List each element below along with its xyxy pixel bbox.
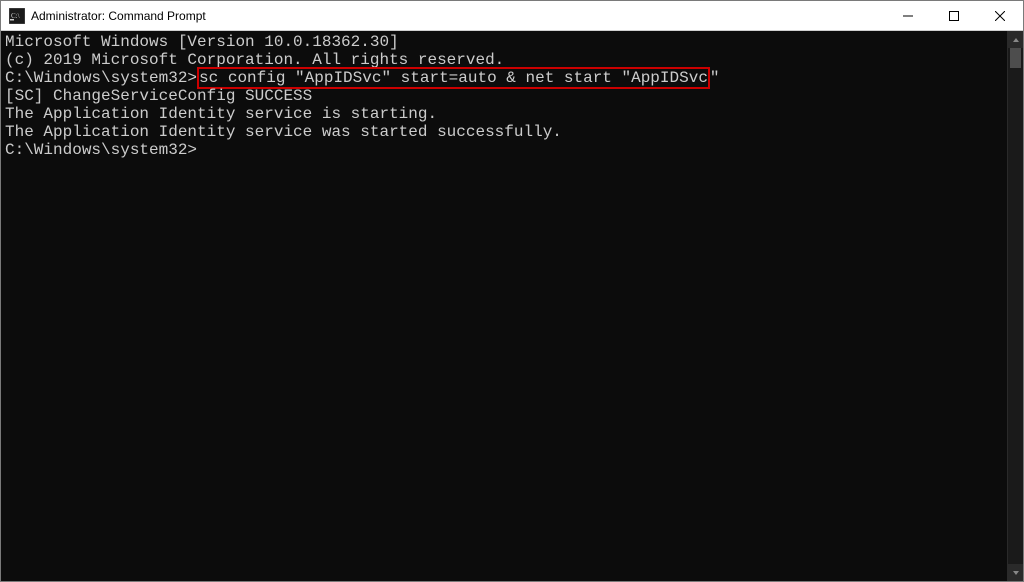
scroll-up-button[interactable] <box>1008 31 1023 48</box>
scroll-down-button[interactable] <box>1008 564 1023 581</box>
window-title: Administrator: Command Prompt <box>31 9 206 23</box>
command-prompt-window: C:\ Administrator: Command Prompt Micros… <box>0 0 1024 582</box>
command-tail: " <box>710 69 720 87</box>
titlebar[interactable]: C:\ Administrator: Command Prompt <box>1 1 1023 31</box>
window-controls <box>885 1 1023 30</box>
svg-text:C:\: C:\ <box>11 12 20 20</box>
prompt-prefix: C:\Windows\system32> <box>5 69 197 87</box>
highlighted-command: sc config "AppIDSvc" start=auto & net st… <box>197 67 710 89</box>
terminal-area: Microsoft Windows [Version 10.0.18362.30… <box>1 31 1023 581</box>
terminal-output[interactable]: Microsoft Windows [Version 10.0.18362.30… <box>1 31 1007 581</box>
terminal-line: The Application Identity service was sta… <box>1 123 1007 141</box>
terminal-line: The Application Identity service is star… <box>1 105 1007 123</box>
terminal-line: [SC] ChangeServiceConfig SUCCESS <box>1 87 1007 105</box>
minimize-button[interactable] <box>885 1 931 30</box>
terminal-line: Microsoft Windows [Version 10.0.18362.30… <box>1 33 1007 51</box>
maximize-button[interactable] <box>931 1 977 30</box>
vertical-scrollbar[interactable] <box>1007 31 1023 581</box>
close-button[interactable] <box>977 1 1023 30</box>
terminal-prompt: C:\Windows\system32> <box>1 141 1007 159</box>
command-prompt-icon: C:\ <box>9 8 25 24</box>
titlebar-left: C:\ Administrator: Command Prompt <box>1 8 206 24</box>
terminal-command-line: C:\Windows\system32>sc config "AppIDSvc"… <box>1 69 1007 87</box>
scrollbar-thumb[interactable] <box>1010 48 1021 68</box>
